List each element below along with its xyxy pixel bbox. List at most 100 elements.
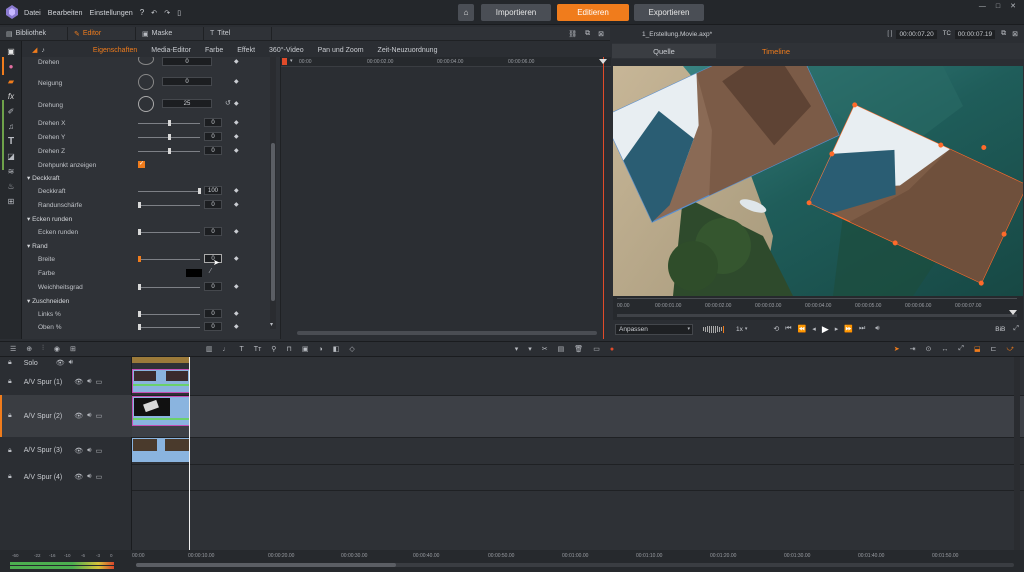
fast-forward-icon[interactable]: ⏩ <box>844 325 853 333</box>
freeze-icon[interactable]: ▣ <box>302 345 309 353</box>
clip-track-1[interactable] <box>132 369 190 393</box>
oben-handle[interactable] <box>138 324 141 330</box>
eye-icon[interactable]: 👁︎ <box>74 412 83 420</box>
ecken-section[interactable]: ▾ Ecken runden <box>27 215 72 223</box>
tab-quelle[interactable]: Quelle <box>612 44 716 58</box>
drehung-input[interactable]: 25 <box>162 99 212 108</box>
randunschaerfe-handle[interactable] <box>138 202 141 208</box>
minimize-icon[interactable]: — <box>979 3 986 10</box>
align-icon[interactable]: ⫶ <box>42 345 44 353</box>
tab-title[interactable]: T Titel <box>204 26 272 41</box>
link-icon[interactable]: ⛓ <box>568 30 577 38</box>
eye-icon[interactable]: 👁︎ <box>74 378 83 386</box>
select-tool-icon[interactable]: ➤ <box>894 345 900 353</box>
split-icon[interactable]: ⊓ <box>286 345 291 353</box>
tools-icon[interactable]: ♨ <box>0 179 22 194</box>
keyframe-diamond-icon[interactable]: ◆ <box>234 283 239 290</box>
add-track-icon[interactable]: ⊕ <box>26 345 32 353</box>
zuschneiden-section[interactable]: ▾ Zuschneiden <box>27 297 69 305</box>
go-end-icon[interactable]: ⏭ <box>859 325 865 333</box>
oben-input[interactable]: 0 <box>204 322 222 331</box>
lock-icon[interactable]: 🔒︎ <box>8 378 12 386</box>
scissors-icon[interactable]: ✂ <box>542 345 548 353</box>
properties-scroll-thumb[interactable] <box>271 143 275 301</box>
lock-icon[interactable]: 🔒︎ <box>8 412 12 420</box>
maximize-icon[interactable]: □ <box>996 3 1000 10</box>
slip-icon[interactable]: ⊙ <box>926 345 932 353</box>
delete-icon[interactable]: 🗑︎ <box>574 345 583 353</box>
marker-icon[interactable]: ▾ <box>515 345 519 353</box>
folder-icon[interactable]: ▰ <box>0 74 22 89</box>
timeline-area[interactable] <box>132 357 1024 550</box>
color-icon[interactable]: ◑ <box>319 346 323 353</box>
preview-scrubber[interactable]: 00.00 00:00:01.00 00:00:02.00 00:00:03.0… <box>613 296 1023 320</box>
marker-next-icon[interactable]: ▾ <box>528 345 532 353</box>
edit-button[interactable]: Editieren <box>557 4 629 21</box>
duration-timecode[interactable]: 00:00:07.19 <box>954 29 996 39</box>
deckkraft-slider[interactable] <box>138 191 200 192</box>
keyframe-diamond-icon[interactable]: ◆ <box>234 133 239 140</box>
help-icon[interactable]: ? <box>140 8 144 17</box>
drehen-z-handle[interactable] <box>168 148 171 154</box>
randunschaerfe-input[interactable]: 0 <box>204 200 222 209</box>
grid-icon[interactable]: ⊞ <box>70 345 76 353</box>
tab-zeit-neuzuordnung[interactable]: Zeit-Neuzuordnung <box>378 47 438 54</box>
brackets-icon[interactable]: [ ] <box>887 31 892 37</box>
speed-select[interactable]: 1x <box>736 326 743 333</box>
track-2-lane[interactable] <box>132 395 1024 437</box>
snap-icon[interactable]: ⬓ <box>974 345 981 353</box>
dropdown-arrow-icon[interactable]: ▾ <box>290 58 293 64</box>
randunschaerfe-slider[interactable] <box>138 205 200 206</box>
track-header-4[interactable]: 🔒︎ A/V Spur (4) 👁︎ 🔊︎ ▭ <box>0 464 132 490</box>
speaker-icon[interactable]: 🔊︎ <box>87 447 91 455</box>
drehpunkt-checkbox[interactable]: ✓ <box>138 161 145 168</box>
insert-icon[interactable]: ⊏ <box>991 345 997 353</box>
timeline-menu-icon[interactable]: ☰ <box>10 345 16 353</box>
expand-icon[interactable]: ⤢ <box>958 345 964 353</box>
weichheit-input[interactable]: 0 <box>204 282 222 291</box>
eye-icon[interactable]: 👁︎ <box>74 447 83 455</box>
speaker-icon[interactable]: 🔊︎ <box>69 359 73 367</box>
keyframe-diamond-icon[interactable]: ◆ <box>234 78 239 85</box>
farbe-swatch[interactable] <box>186 269 202 277</box>
timeline-ruler[interactable]: 00:00 00:00:10.00 00:00:20.00 00:00:30.0… <box>132 550 1024 572</box>
neigung-dial[interactable] <box>138 74 154 90</box>
speaker-icon[interactable]: 🔊︎ <box>87 412 91 420</box>
links-handle[interactable] <box>138 311 141 317</box>
panel-close-icon[interactable]: ⊠ <box>598 30 604 38</box>
fullscreen-icon[interactable]: ⤢ <box>1013 325 1019 333</box>
fit-select[interactable]: Anpassen ▾ <box>615 323 693 335</box>
audio-levels-icon[interactable]: ▥ <box>206 345 213 353</box>
title-tool-icon[interactable]: T <box>240 346 244 353</box>
monitor-icon[interactable]: ▭ <box>96 378 103 386</box>
keyframe-playhead[interactable] <box>603 57 604 339</box>
record-icon[interactable]: ◉ <box>54 345 60 353</box>
document-icon[interactable]: ▯ <box>177 8 181 17</box>
text-tool-icon[interactable]: Tт <box>254 346 261 353</box>
popout-icon[interactable]: ⧉ <box>1001 30 1006 38</box>
drehen-dial[interactable] <box>138 57 154 65</box>
clip-track-3[interactable] <box>132 438 190 462</box>
preview-playhead[interactable] <box>1009 310 1017 315</box>
timeline-vscrollbar[interactable] <box>1014 357 1020 550</box>
monitor-icon[interactable]: ▭ <box>96 412 103 420</box>
music-note-icon[interactable]: ♩ <box>223 346 230 353</box>
volume-icon[interactable]: 🔊︎ <box>875 325 879 333</box>
dropdown-arrow-icon[interactable]: ▾ <box>745 326 748 332</box>
track-header-3[interactable]: 🔒︎ A/V Spur (3) 👁︎ 🔊︎ ▭ <box>0 437 132 464</box>
storyboard-icon[interactable]: ▤ <box>558 345 565 353</box>
keyframe-hscrollbar[interactable] <box>297 331 597 335</box>
tab-mask[interactable]: ▣ Maske <box>136 26 204 41</box>
ecken-slider[interactable] <box>138 232 200 233</box>
tab-library[interactable]: ▤ Bibliothek <box>0 26 68 41</box>
tab-editor[interactable]: ✎ Editor <box>68 26 136 41</box>
step-back-icon[interactable]: ◂ <box>812 325 816 333</box>
track-header-2[interactable]: 🔒︎ A/V Spur (2) 👁︎ 🔊︎ ▭ <box>0 395 132 437</box>
ecken-input[interactable]: 0 <box>204 227 222 236</box>
tab-pan-zoom[interactable]: Pan und Zoom <box>318 47 364 54</box>
breite-handle[interactable] <box>138 256 141 262</box>
weichheit-slider[interactable] <box>138 287 200 288</box>
links-slider[interactable] <box>138 314 200 315</box>
monitor-icon[interactable]: ▭ <box>96 473 103 481</box>
keyframe-diamond-icon[interactable]: ◆ <box>234 310 239 317</box>
